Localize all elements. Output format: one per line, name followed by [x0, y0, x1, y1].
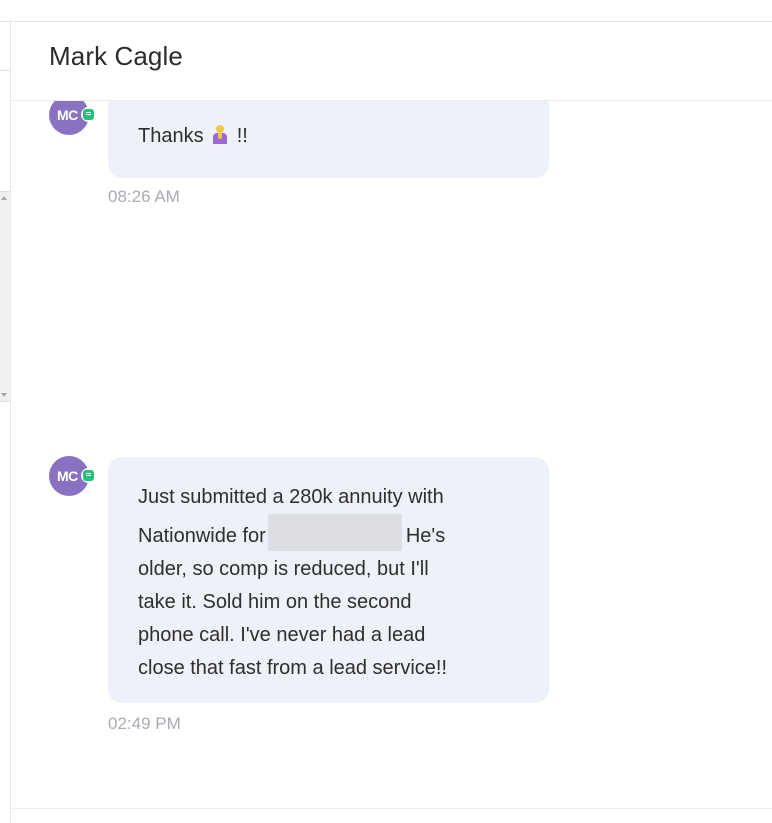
scroll-up-arrow-icon[interactable] — [1, 196, 7, 200]
redacted-block — [267, 514, 402, 551]
message-timestamp: 08:26 AM — [108, 187, 180, 206]
message-line: take it. Sold him on the second — [138, 591, 412, 613]
message-thread[interactable]: MC Thanks !! 08:26 AM MC Just submitted … — [11, 101, 772, 808]
left-scrollbar[interactable] — [0, 191, 10, 402]
message-text: !! — [236, 125, 248, 147]
message-bubble[interactable]: Thanks !! — [108, 101, 549, 178]
conversation-title: Mark Cagle — [49, 41, 183, 71]
top-bar — [0, 0, 772, 22]
message-line: Nationwide for He's — [138, 514, 519, 553]
avatar[interactable]: MC — [49, 101, 96, 135]
person-bowing-emoji-icon — [211, 124, 229, 146]
scroll-down-arrow-icon[interactable] — [1, 393, 7, 397]
left-panel-edge — [0, 22, 11, 823]
message-line: close that fast from a lead service!! — [138, 657, 448, 679]
message-text: Nationwide for — [138, 525, 266, 547]
panel-divider — [0, 70, 10, 71]
message-bubble[interactable]: Just submitted a 280k annuity with Natio… — [108, 457, 549, 703]
message-timestamp: 02:49 PM — [108, 714, 181, 733]
message-line: older, so comp is reduced, but I'll — [138, 558, 429, 580]
avatar-initials: MC — [57, 468, 78, 484]
composer-divider — [11, 808, 772, 809]
message-text: He's — [405, 525, 446, 547]
message-line: Just submitted a 280k annuity with — [138, 486, 444, 508]
message-line: phone call. I've never had a lead — [138, 624, 426, 646]
avatar-initials: MC — [57, 107, 78, 123]
chat-status-icon — [81, 107, 96, 122]
message-text: Thanks — [138, 125, 204, 147]
conversation-header: Mark Cagle — [11, 22, 772, 101]
avatar[interactable]: MC — [49, 456, 96, 496]
chat-status-icon — [81, 468, 96, 483]
